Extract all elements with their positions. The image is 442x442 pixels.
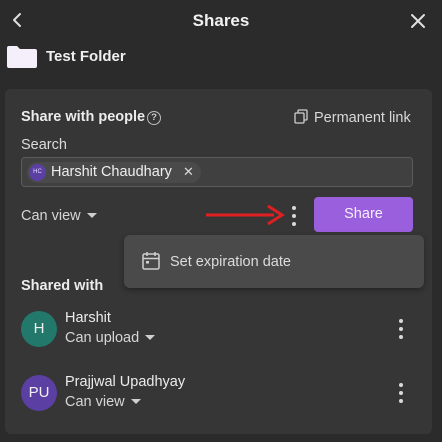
shared-person-item: PU Prajjwal Upadhyay Can view bbox=[21, 374, 421, 417]
chevron-down-icon bbox=[130, 398, 141, 404]
close-icon[interactable] bbox=[407, 10, 429, 32]
recipient-chip: HC Harshit Chaudhary ✕ bbox=[27, 162, 201, 183]
avatar: H bbox=[21, 311, 57, 347]
search-label: Search bbox=[21, 137, 67, 153]
person-permission-value: Can view bbox=[65, 394, 125, 410]
avatar: HC bbox=[29, 164, 46, 181]
permission-select[interactable]: Can view bbox=[21, 208, 97, 224]
person-permission-select[interactable]: Can upload bbox=[65, 330, 156, 346]
person-name: Harshit bbox=[65, 310, 111, 326]
copy-icon bbox=[294, 109, 308, 124]
folder-icon bbox=[7, 46, 37, 68]
more-options-icon[interactable] bbox=[394, 382, 408, 404]
person-permission-value: Can upload bbox=[65, 330, 140, 346]
permanent-link-label: Permanent link bbox=[314, 110, 411, 126]
header: Shares bbox=[0, 0, 442, 42]
avatar: PU bbox=[21, 375, 57, 411]
person-permission-select[interactable]: Can view bbox=[65, 394, 141, 410]
chevron-down-icon bbox=[86, 212, 97, 218]
shared-with-label: Shared with bbox=[21, 278, 104, 294]
search-input[interactable]: HC Harshit Chaudhary ✕ bbox=[21, 157, 413, 187]
chevron-down-icon bbox=[145, 334, 156, 340]
folder-name: Test Folder bbox=[46, 48, 126, 65]
chip-name: Harshit Chaudhary bbox=[51, 164, 172, 180]
share-button[interactable]: Share bbox=[314, 197, 413, 232]
calendar-icon bbox=[142, 252, 160, 270]
more-options-icon[interactable] bbox=[394, 318, 408, 340]
shared-person-item: H Harshit Can upload bbox=[21, 310, 421, 353]
menu-item-set-expiration[interactable]: Set expiration date bbox=[170, 254, 291, 270]
annotation-arrow-icon bbox=[206, 204, 285, 226]
chip-remove-icon[interactable]: ✕ bbox=[183, 164, 194, 180]
page-title: Shares bbox=[192, 11, 250, 30]
options-menu: Set expiration date bbox=[124, 235, 424, 288]
permission-value: Can view bbox=[21, 208, 81, 224]
person-name: Prajjwal Upadhyay bbox=[65, 374, 186, 390]
share-with-people-label: Share with people bbox=[21, 109, 146, 125]
more-options-icon[interactable] bbox=[287, 205, 301, 227]
help-icon[interactable]: ? bbox=[147, 111, 161, 125]
